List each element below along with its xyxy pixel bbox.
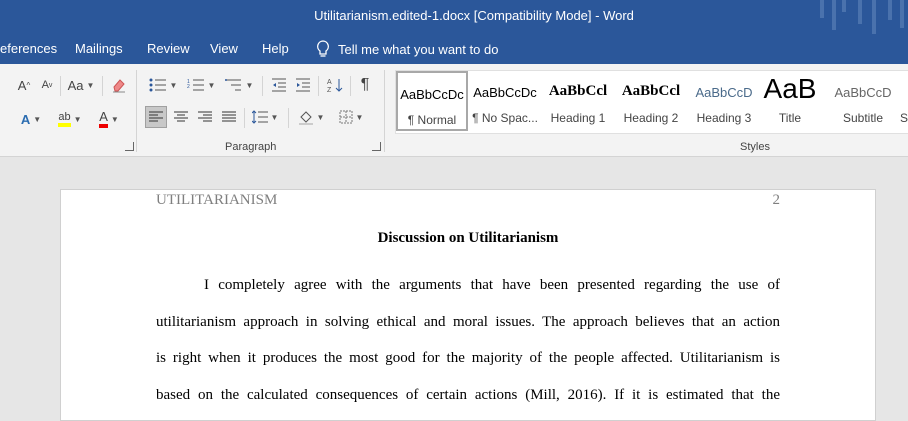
window-title: Utilitarianism.edited-1.docx [Compatibil…: [314, 8, 634, 23]
title-bar: Utilitarianism.edited-1.docx [Compatibil…: [0, 0, 908, 34]
style-heading-1[interactable]: AaBbCcl Heading 1: [542, 71, 614, 131]
pilcrow-icon: ¶: [360, 76, 370, 93]
bullets-button[interactable]: ▼: [146, 74, 180, 96]
document-area: UTILITARIANISM 2 Discussion on Utilitari…: [0, 157, 908, 421]
title-decoration: [818, 0, 908, 34]
svg-text:2: 2: [187, 84, 190, 90]
align-center-button[interactable]: [170, 106, 192, 128]
style-name: Heading 2: [623, 111, 679, 125]
style-preview: AaBbCcl: [548, 83, 608, 99]
style-name: Heading 1: [550, 111, 606, 125]
style-preview: AaBbCcl: [621, 83, 681, 99]
eraser-icon: [113, 79, 125, 93]
decrease-indent-icon: [272, 78, 286, 92]
style-subtitle[interactable]: AaBbCcD Subtitle: [827, 71, 899, 131]
styles-group-label: Styles: [740, 141, 770, 153]
style-partial[interactable]: S: [900, 71, 908, 131]
numbering-button[interactable]: 1 2 ▼: [184, 74, 218, 96]
style-name: Heading 3: [696, 111, 752, 125]
sort-button[interactable]: AZ: [324, 74, 346, 96]
style-heading-2[interactable]: AaBbCcl Heading 2: [615, 71, 687, 131]
decrease-indent-button[interactable]: [268, 74, 290, 96]
align-left-icon: [149, 111, 163, 122]
style-preview: AaBbCcDc: [473, 85, 537, 100]
svg-text:A: A: [327, 79, 332, 86]
document-page[interactable]: UTILITARIANISM 2 Discussion on Utilitari…: [60, 189, 876, 421]
paragraph-group-label: Paragraph: [225, 141, 277, 153]
style-preview: AaBbCcD: [695, 85, 753, 100]
page-number: 2: [772, 192, 781, 208]
document-title: Discussion on Utilitarianism: [377, 230, 559, 246]
highlight-button[interactable]: ab ▼: [52, 108, 88, 130]
highlighter-icon: ab: [58, 111, 71, 127]
ribbon-tabs: eferences Mailings Review View Help Tell…: [0, 34, 908, 64]
svg-text:Z: Z: [327, 87, 332, 93]
tell-me-label: Tell me what you want to do: [338, 41, 499, 57]
body-line: utilitarianism approach in solving ethic…: [156, 314, 780, 330]
body-line: I completely agree with the arguments th…: [204, 277, 780, 293]
style-heading-3[interactable]: AaBbCcD Heading 3: [688, 71, 760, 131]
text-effects-icon: A: [20, 111, 31, 127]
style-preview: AaBbCcDc: [400, 87, 464, 102]
style-name: ¶ Normal: [407, 113, 457, 127]
body-line: based on the calculated consequences of …: [156, 387, 780, 403]
shrink-font-label: A: [41, 79, 49, 91]
borders-button[interactable]: ▼: [334, 106, 368, 128]
align-left-button[interactable]: [145, 106, 167, 128]
align-right-button[interactable]: [194, 106, 216, 128]
line-spacing-icon: [251, 110, 268, 124]
numbering-icon: 12: [187, 79, 204, 91]
justify-icon: [222, 111, 236, 122]
style-preview: AaBbCcD: [834, 85, 892, 100]
style-title[interactable]: AaB Title: [754, 71, 826, 131]
styles-gallery: AaBbCcDc ¶ Normal AaBbCcDc ¶ No Spac... …: [395, 70, 908, 134]
paint-bucket-icon: [298, 111, 313, 125]
increase-indent-icon: [296, 78, 310, 92]
clear-formatting-button[interactable]: [108, 74, 130, 96]
shading-button[interactable]: ▼: [294, 106, 328, 128]
align-center-icon: [174, 111, 188, 122]
font-color-label: A: [99, 110, 108, 128]
tab-help[interactable]: Help: [262, 41, 289, 56]
line-spacing-button[interactable]: ▼: [248, 106, 282, 128]
style-name: Subtitle: [842, 111, 884, 125]
multilevel-list-button[interactable]: ▼: [222, 74, 256, 96]
body-line: is right when it produces the most good …: [156, 350, 780, 366]
paragraph-dialog-launcher[interactable]: [372, 142, 381, 151]
bullets-icon: [149, 78, 166, 92]
change-case-label: Aa: [67, 77, 84, 93]
style-no-spacing[interactable]: AaBbCcDc ¶ No Spac...: [469, 71, 541, 131]
style-name: Title: [778, 111, 802, 125]
increase-indent-button[interactable]: [292, 74, 314, 96]
align-right-icon: [198, 111, 212, 122]
lightbulb-icon: [317, 40, 329, 57]
font-color-button[interactable]: A ▼: [92, 108, 126, 130]
shrink-font-button[interactable]: Av: [36, 74, 58, 96]
tab-view[interactable]: View: [210, 41, 238, 56]
sort-icon: AZ: [327, 79, 343, 93]
borders-icon: [339, 110, 353, 124]
change-case-button[interactable]: Aa ▼: [64, 74, 98, 96]
justify-button[interactable]: [218, 106, 240, 128]
tab-references[interactable]: eferences: [0, 41, 57, 56]
style-name: ¶ No Spac...: [472, 111, 538, 125]
style-normal[interactable]: AaBbCcDc ¶ Normal: [396, 71, 468, 131]
tab-review[interactable]: Review: [147, 41, 190, 56]
ribbon: A ^ Av Aa ▼ A ▼ ab ▼ A ▼ ▼ 1 2 ▼ ▼ AZ ¶ ▼ ▼: [0, 64, 908, 157]
tell-me-box[interactable]: Tell me what you want to do: [316, 40, 498, 58]
running-header: UTILITARIANISM: [156, 192, 278, 208]
tab-mailings[interactable]: Mailings: [75, 41, 123, 56]
multilevel-list-icon: [224, 79, 241, 91]
style-name: S: [900, 111, 908, 125]
show-formatting-button[interactable]: ¶: [354, 74, 376, 96]
style-preview: AaB: [763, 73, 817, 104]
font-dialog-launcher[interactable]: [125, 142, 134, 151]
text-effects-button[interactable]: A ▼: [14, 108, 48, 130]
grow-font-label: A: [17, 77, 27, 93]
grow-font-button[interactable]: A ^: [12, 74, 36, 96]
